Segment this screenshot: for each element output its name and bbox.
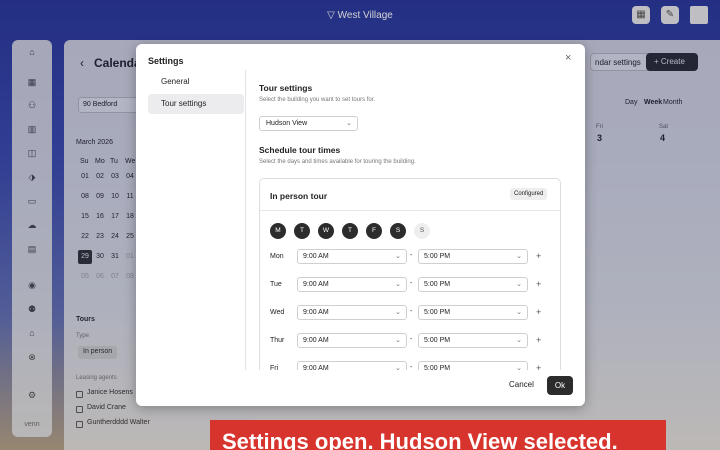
start-time-value: 9:00 AM <box>303 309 329 316</box>
start-time-select[interactable]: 9:00 AM ⌄ <box>297 305 407 320</box>
schedule-heading: Schedule tour times <box>259 145 341 155</box>
chevron-down-icon: ⌄ <box>516 253 522 260</box>
end-time-value: 5:00 PM <box>424 309 451 316</box>
tour-settings-heading: Tour settings <box>259 83 313 93</box>
day-toggle[interactable]: W <box>318 223 334 239</box>
time-row: Wed 9:00 AM ⌄ - 5:00 PM ⌄ + <box>270 305 560 321</box>
add-time-icon[interactable]: + <box>536 335 541 345</box>
cancel-button[interactable]: Cancel <box>509 380 534 389</box>
status-badge: Configured <box>510 188 548 200</box>
tour-card-title: In person tour <box>270 191 328 201</box>
end-time-select[interactable]: 5:00 PM ⌄ <box>418 277 528 292</box>
card-divider <box>260 210 560 211</box>
tour-settings-description: Select the building you want to set tour… <box>259 97 376 103</box>
nav-general[interactable]: General <box>148 72 244 92</box>
start-time-value: 9:00 AM <box>303 365 329 370</box>
time-row-day: Fri <box>270 365 279 370</box>
time-row-day: Thur <box>270 337 285 344</box>
end-time-select[interactable]: 5:00 PM ⌄ <box>418 305 528 320</box>
add-time-icon[interactable]: + <box>536 307 541 317</box>
day-toggle[interactable]: M <box>270 223 286 239</box>
end-time-value: 5:00 PM <box>424 365 451 370</box>
schedule-description: Select the days and times available for … <box>259 159 416 165</box>
end-time-value: 5:00 PM <box>424 281 451 288</box>
settings-modal: Settings × General Tour settings Tour se… <box>136 44 585 406</box>
building-select-value: Hudson View <box>266 120 308 127</box>
ok-button[interactable]: Ok <box>547 376 573 395</box>
day-toggle[interactable]: S <box>390 223 406 239</box>
chevron-down-icon: ⌄ <box>395 281 401 288</box>
start-time-value: 9:00 AM <box>303 253 329 260</box>
end-time-select[interactable]: 5:00 PM ⌄ <box>418 333 528 348</box>
chevron-down-icon: ⌄ <box>346 120 352 127</box>
close-icon[interactable]: × <box>565 52 571 64</box>
range-dash: - <box>410 364 413 370</box>
chevron-down-icon: ⌄ <box>516 309 522 316</box>
chevron-down-icon: ⌄ <box>516 337 522 344</box>
time-row-day: Tue <box>270 281 282 288</box>
in-person-tour-card: In person tour Configured MTWTFSS Mon 9:0… <box>259 178 561 370</box>
start-time-value: 9:00 AM <box>303 337 329 344</box>
time-row-day: Wed <box>270 309 285 316</box>
start-time-select[interactable]: 9:00 AM ⌄ <box>297 361 407 370</box>
range-dash: - <box>410 252 413 259</box>
time-row: Mon 9:00 AM ⌄ - 5:00 PM ⌄ + <box>270 249 560 265</box>
day-toggle[interactable]: F <box>366 223 382 239</box>
building-select[interactable]: Hudson View ⌄ <box>259 116 358 131</box>
chevron-down-icon: ⌄ <box>516 365 522 370</box>
start-time-select[interactable]: 9:00 AM ⌄ <box>297 277 407 292</box>
tour-settings-pane: Tour settings Select the building you wa… <box>246 70 585 370</box>
time-row: Tue 9:00 AM ⌄ - 5:00 PM ⌄ + <box>270 277 560 293</box>
day-toggle[interactable]: T <box>294 223 310 239</box>
add-time-icon[interactable]: + <box>536 363 541 370</box>
time-row: Thur 9:00 AM ⌄ - 5:00 PM ⌄ + <box>270 333 560 349</box>
start-time-select[interactable]: 9:00 AM ⌄ <box>297 333 407 348</box>
range-dash: - <box>410 336 413 343</box>
end-time-value: 5:00 PM <box>424 253 451 260</box>
end-time-value: 5:00 PM <box>424 337 451 344</box>
time-row: Fri 9:00 AM ⌄ - 5:00 PM ⌄ + <box>270 361 560 370</box>
time-row-day: Mon <box>270 253 284 260</box>
end-time-select[interactable]: 5:00 PM ⌄ <box>418 249 528 264</box>
chevron-down-icon: ⌄ <box>395 253 401 260</box>
day-toggle[interactable]: S <box>414 223 430 239</box>
start-time-select[interactable]: 9:00 AM ⌄ <box>297 249 407 264</box>
add-time-icon[interactable]: + <box>536 279 541 289</box>
add-time-icon[interactable]: + <box>536 251 541 261</box>
day-toggle[interactable]: T <box>342 223 358 239</box>
chevron-down-icon: ⌄ <box>516 281 522 288</box>
chevron-down-icon: ⌄ <box>395 337 401 344</box>
range-dash: - <box>410 308 413 315</box>
chevron-down-icon: ⌄ <box>395 309 401 316</box>
start-time-value: 9:00 AM <box>303 281 329 288</box>
end-time-select[interactable]: 5:00 PM ⌄ <box>418 361 528 370</box>
range-dash: - <box>410 280 413 287</box>
nav-tour-settings[interactable]: Tour settings <box>148 94 244 114</box>
modal-title: Settings <box>148 56 184 66</box>
chevron-down-icon: ⌄ <box>395 365 401 370</box>
caption-banner: Settings open. Hudson View selected. <box>210 420 666 450</box>
